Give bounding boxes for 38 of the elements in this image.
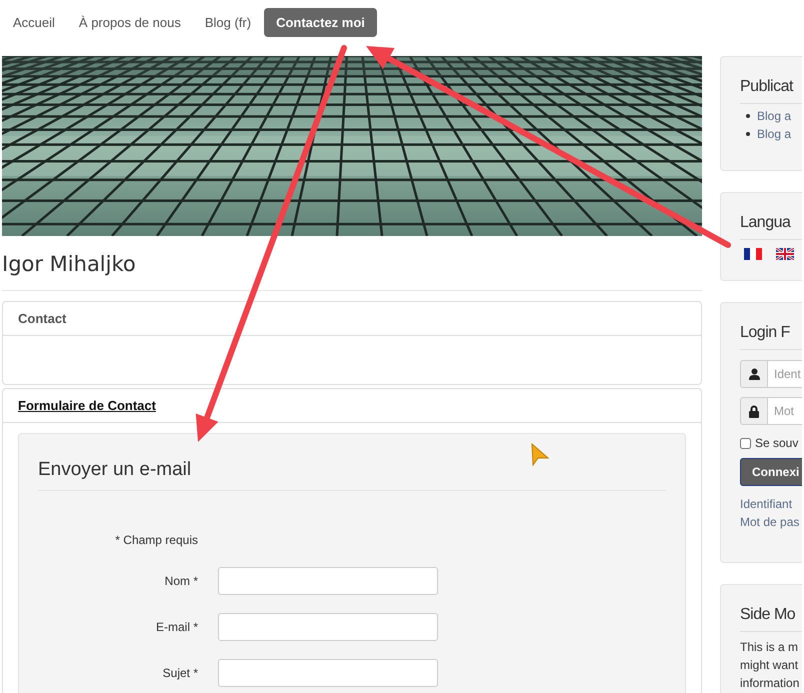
lock-icon [749, 404, 759, 418]
module-text: might want [740, 657, 800, 674]
required-note: * Champ requis [114, 532, 198, 549]
input-field[interactable]: Ident [768, 360, 802, 388]
nav-link[interactable]: Contactez moi [264, 8, 377, 37]
module-title: Publicat [740, 77, 794, 97]
user-icon [748, 368, 760, 380]
input-field[interactable] [218, 567, 438, 595]
module-text: information [740, 675, 800, 692]
form-heading: Envoyer un e-mail [38, 458, 192, 482]
field-label: Sujet * [162, 665, 198, 682]
blog-link[interactable]: Blog a [757, 107, 792, 125]
field-label: E-mail * [154, 619, 198, 636]
login-button[interactable]: Connexi [740, 458, 802, 486]
nav-link[interactable]: Accueil [2, 8, 66, 37]
input-field[interactable]: Mot [768, 397, 802, 425]
login-link[interactable]: Identifiant [740, 495, 802, 513]
nav-link[interactable]: À propos de nous [68, 8, 192, 37]
flag-icon[interactable] [744, 248, 762, 260]
page-title: Igor Mihaljko [2, 251, 137, 278]
module-title: Side Mo [740, 605, 796, 625]
cursor-icon [531, 442, 550, 466]
bullet-icon [746, 132, 750, 136]
module-text: This is a m [740, 639, 800, 656]
checkbox[interactable] [740, 438, 751, 448]
module-title: Langua [740, 213, 792, 233]
input-field[interactable] [218, 613, 438, 641]
nav-link[interactable]: Blog (fr) [194, 8, 262, 37]
panel-title: Contact [18, 310, 66, 328]
field-label: Nom * [164, 573, 198, 590]
bullet-icon [746, 114, 750, 118]
login-link[interactable]: Mot de pas [740, 513, 802, 531]
checkbox-label: Se souv [755, 435, 798, 452]
input-field[interactable] [218, 659, 438, 687]
module-title: Login F [740, 323, 791, 343]
panel-title-link[interactable]: Formulaire de Contact [18, 396, 156, 416]
flag-icon[interactable] [776, 248, 794, 260]
blog-link[interactable]: Blog a [757, 125, 792, 143]
